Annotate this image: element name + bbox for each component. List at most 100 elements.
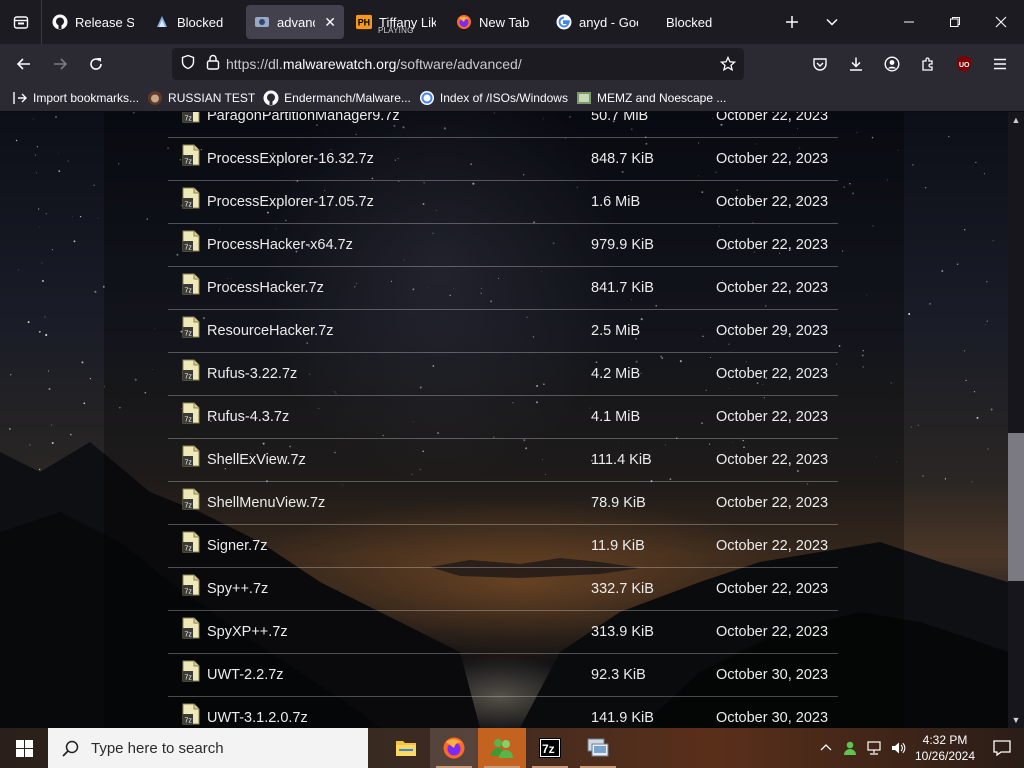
action-center-button[interactable] <box>980 728 1024 768</box>
firefox-view-button[interactable] <box>0 0 42 44</box>
url-bar[interactable]: https://dl.malwarewatch.org/software/adv… <box>172 48 744 80</box>
file-size: 332.7 KiB <box>591 581 654 597</box>
globe-icon <box>419 90 435 106</box>
file-link[interactable]: ResourceHacker.7z <box>207 323 591 339</box>
taskbar-clock[interactable]: 4:32 PM 10/26/2024 <box>910 732 980 764</box>
file-link[interactable]: ShellMenuView.7z <box>207 495 591 511</box>
reload-button[interactable] <box>78 48 114 80</box>
close-tab-icon[interactable]: ✕ <box>324 14 336 31</box>
file-row[interactable]: 7z ProcessHacker-x64.7z 979.9 KiB October 2… <box>168 224 838 267</box>
app-menu-button[interactable] <box>982 48 1018 80</box>
file-link[interactable]: ParagonPartitionManager9.7z <box>207 112 591 124</box>
file-row[interactable]: 7z UWT-3.1.2.0.7z 141.9 KiB October 30, 202… <box>168 697 838 728</box>
tab-strip: Release Ste Blocked advance ✕ PH Tiffany… <box>0 0 1024 44</box>
tab-tiffany[interactable]: PH Tiffany Like PLAYING <box>348 5 444 39</box>
archive-file-icon: 7z <box>182 402 200 424</box>
lock-icon[interactable] <box>206 54 220 75</box>
bookmarks-toolbar: Import bookmarks... RUSSIAN TEST Enderma… <box>0 84 1024 112</box>
minimize-button[interactable] <box>886 0 932 44</box>
archive-file-icon: 7z <box>182 660 200 682</box>
show-hidden-icons-button[interactable] <box>814 728 838 768</box>
file-link[interactable]: ShellExView.7z <box>207 452 591 468</box>
file-link[interactable]: ProcessExplorer-17.05.7z <box>207 194 591 210</box>
extensions-button[interactable] <box>910 48 946 80</box>
ublock-origin-button[interactable]: UO <box>946 48 982 80</box>
file-size: 141.9 KiB <box>591 710 654 726</box>
tab-release[interactable]: Release Ste <box>44 5 142 39</box>
file-row[interactable]: 7z ParagonPartitionManager9.7z 50.7 MiB Oct… <box>168 112 838 138</box>
file-link[interactable]: SpyXP++.7z <box>207 624 591 640</box>
taskbar-network-app[interactable] <box>574 728 622 768</box>
bookmark-memz[interactable]: MEMZ and Noescape ... <box>576 90 726 106</box>
scroll-up-arrow-icon[interactable]: ▲ <box>1008 112 1024 128</box>
tab-new-tab[interactable]: New Tab <box>448 5 544 39</box>
bookmark-russian-test[interactable]: RUSSIAN TEST <box>147 90 255 106</box>
file-row[interactable]: 7z ResourceHacker.7z 2.5 MiB October 29, 20… <box>168 310 838 353</box>
tray-network-button[interactable] <box>862 728 886 768</box>
file-row[interactable]: 7z ShellExView.7z 111.4 KiB October 22, 202… <box>168 439 838 482</box>
page-scrollbar-thumb[interactable] <box>1008 433 1024 581</box>
svg-text:7z: 7z <box>185 718 193 725</box>
taskbar-file-explorer[interactable] <box>382 728 430 768</box>
url-text[interactable]: https://dl.malwarewatch.org/software/adv… <box>226 56 522 72</box>
tab-blocked-1[interactable]: Blocked <box>146 5 242 39</box>
bookmark-import[interactable]: Import bookmarks... <box>12 90 139 106</box>
pocket-button[interactable] <box>802 48 838 80</box>
bookmark-endermanch[interactable]: Endermanch/Malware... <box>263 90 411 106</box>
file-link[interactable]: Rufus-3.22.7z <box>207 366 591 382</box>
tab-google[interactable]: anyd - Goo <box>548 5 646 39</box>
file-row[interactable]: 7z ShellMenuView.7z 78.9 KiB October 22, 20… <box>168 482 838 525</box>
file-link[interactable]: ProcessHacker.7z <box>207 280 591 296</box>
file-row[interactable]: 7z ProcessHacker.7z 841.7 KiB October 22, 2… <box>168 267 838 310</box>
file-row[interactable]: 7z Signer.7z 11.9 KiB October 22, 2023 <box>168 525 838 568</box>
downloads-button[interactable] <box>838 48 874 80</box>
scroll-down-arrow-icon[interactable]: ▼ <box>1008 712 1024 728</box>
file-link[interactable]: Rufus-4.3.7z <box>207 409 591 425</box>
taskbar-msn-messenger[interactable] <box>478 728 526 768</box>
close-window-button[interactable] <box>978 0 1024 44</box>
forward-button[interactable] <box>42 48 78 80</box>
bookmark-index-isos[interactable]: Index of /ISOs/Windows <box>419 90 568 106</box>
file-row[interactable]: 7z Rufus-3.22.7z 4.2 MiB October 22, 2023 <box>168 353 838 396</box>
svg-text:7z: 7z <box>185 245 193 252</box>
archive-file-icon: 7z <box>182 703 200 725</box>
new-tab-button[interactable] <box>772 0 812 44</box>
file-link[interactable]: UWT-3.1.2.0.7z <box>207 710 591 726</box>
tray-volume-button[interactable] <box>886 728 910 768</box>
taskbar-firefox[interactable] <box>430 728 478 768</box>
file-row[interactable]: 7z Spy++.7z 332.7 KiB October 22, 2023 <box>168 568 838 611</box>
back-button[interactable] <box>6 48 42 80</box>
tab-advanced[interactable]: advance ✕ <box>246 5 344 39</box>
restore-button[interactable] <box>932 0 978 44</box>
page-scrollbar-track[interactable] <box>1008 112 1024 728</box>
file-link[interactable]: Spy++.7z <box>207 581 591 597</box>
bookmark-star-icon[interactable] <box>719 55 737 77</box>
start-button[interactable] <box>0 728 48 768</box>
file-date: October 22, 2023 <box>716 151 829 167</box>
file-row[interactable]: 7z SpyXP++.7z 313.9 KiB October 22, 2023 <box>168 611 838 654</box>
svg-text:7z: 7z <box>185 288 193 295</box>
svg-text:PH: PH <box>358 18 370 28</box>
taskbar-search-box[interactable]: Type here to search <box>48 728 368 768</box>
file-row[interactable]: 7z ProcessExplorer-16.32.7z 848.7 KiB Octob… <box>168 138 838 181</box>
svg-text:7z: 7z <box>185 503 193 510</box>
file-size: 2.5 MiB <box>591 323 641 339</box>
file-link[interactable]: Signer.7z <box>207 538 591 554</box>
file-row[interactable]: 7z ProcessExplorer-17.05.7z 1.6 MiB October… <box>168 181 838 224</box>
firefox-view-icon <box>13 16 28 29</box>
file-row[interactable]: 7z Rufus-4.3.7z 4.1 MiB October 22, 2023 <box>168 396 838 439</box>
account-button[interactable] <box>874 48 910 80</box>
file-row[interactable]: 7z UWT-2.2.7z 92.3 KiB October 30, 2023 <box>168 654 838 697</box>
file-size: 313.9 KiB <box>591 624 654 640</box>
pocket-icon <box>813 58 827 71</box>
people-tray-icon <box>844 741 856 755</box>
tray-people-button[interactable] <box>838 728 862 768</box>
file-link[interactable]: UWT-2.2.7z <box>207 667 591 683</box>
tab-blocked-2[interactable]: Blocked <box>650 5 748 39</box>
tab-playing-label: PLAYING <box>378 26 414 35</box>
taskbar-7zip[interactable]: 7z <box>526 728 574 768</box>
list-all-tabs-button[interactable] <box>812 0 852 44</box>
file-link[interactable]: ProcessHacker-x64.7z <box>207 237 591 253</box>
tracking-protection-shield-icon[interactable] <box>180 54 196 75</box>
file-link[interactable]: ProcessExplorer-16.32.7z <box>207 151 591 167</box>
